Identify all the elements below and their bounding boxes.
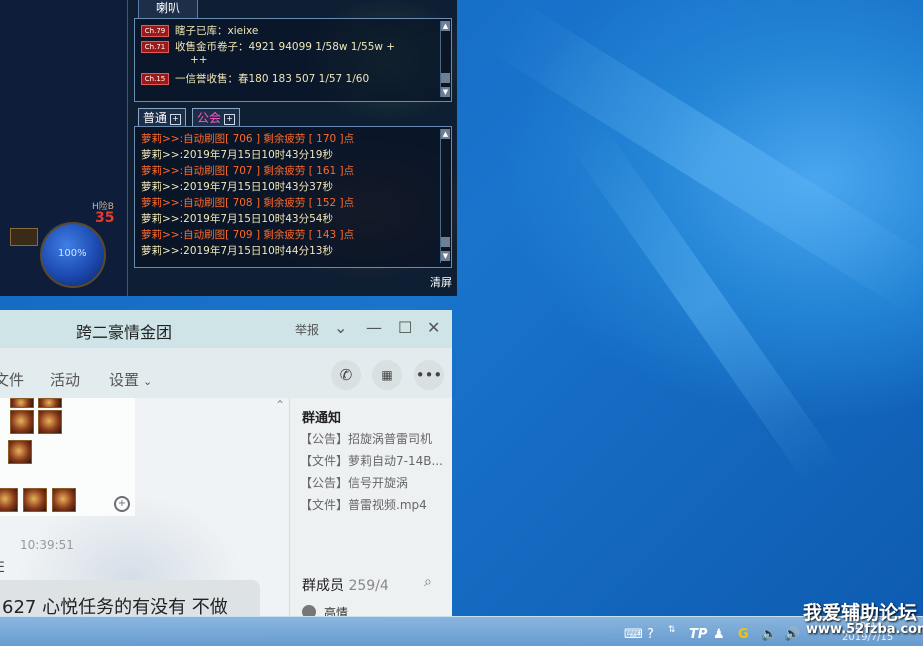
scroll-down-icon[interactable]: ▼ xyxy=(441,251,450,261)
tab-label: 普通 xyxy=(143,111,168,125)
horn-row: ++ xyxy=(190,54,208,66)
clear-screen-button[interactable]: 清屏 xyxy=(430,274,452,290)
notice-item[interactable]: 【公告】信号开旋涡 xyxy=(300,474,408,491)
horn-row: Ch.15 一信誉收售：春180 183 507 1/57 1/60 xyxy=(141,71,369,86)
horn-text: 瞎子已库：xieixe xyxy=(175,25,259,37)
log-row: 萝莉>>:自动刷图[ 706 ] 剩余疲劳 [ 170 ]点 xyxy=(141,133,355,145)
plus-icon: + xyxy=(224,114,236,125)
calendar-icon[interactable]: ▦ xyxy=(372,360,402,390)
members-title: 群成员 259/4 xyxy=(302,575,389,595)
nav-activities[interactable]: 活动 xyxy=(50,369,80,390)
tab-normal[interactable]: 普通 + xyxy=(138,108,187,127)
nav-settings-label: 设置 xyxy=(109,371,140,389)
avatar xyxy=(302,605,316,616)
horn-scrollbar[interactable]: ▲ ▼ xyxy=(440,21,450,97)
log-row: 萝莉>>:自动刷图[ 707 ] 剩余疲劳 [ 161 ]点 xyxy=(141,165,355,177)
more-icon[interactable]: ••• xyxy=(414,360,444,390)
light-beam xyxy=(488,0,923,316)
members-label: 群成员 xyxy=(302,578,344,594)
channel-badge: Ch.71 xyxy=(141,41,169,53)
log-row: 萝莉>>:2019年7月15日10时43分54秒 xyxy=(141,213,333,225)
member-name: 高情 xyxy=(324,606,349,616)
help-icon[interactable]: ? xyxy=(647,627,654,642)
orb-percent: 100% xyxy=(58,248,87,259)
horn-text: ++ xyxy=(190,54,208,66)
horn-row: Ch.79 瞎子已库：xieixe xyxy=(141,23,258,38)
message-text: 627 心悦任务的有没有 不做 xyxy=(2,597,228,616)
collapse-icon[interactable]: ⌃ xyxy=(275,398,285,412)
network-icon[interactable]: ⇅ xyxy=(668,625,676,635)
group-name: 跨二豪情金团 xyxy=(76,323,173,342)
level-badge: 35 xyxy=(95,210,115,226)
tab-guild[interactable]: 公会 + xyxy=(192,108,241,127)
image-message[interactable]: + xyxy=(0,398,135,516)
horn-text: 收售金币卷子：4921 94099 1/58w 1/55w + xyxy=(175,41,396,53)
game-chat-panel: 喇叭 Ch.79 瞎子已库：xieixe Ch.71 收售金币卷子：4921 940… xyxy=(127,0,457,296)
game-window[interactable]: H险B 35 100% 喇叭 Ch.79 瞎子已库：xieixe Ch.71 收售金… xyxy=(0,0,457,296)
speaker-alert-icon[interactable]: 🔈 xyxy=(761,627,777,642)
volume-icon[interactable]: 🔊 xyxy=(784,627,800,642)
tab-label: 公会 xyxy=(197,111,222,125)
watermark-title: 我爱辅助论坛 xyxy=(803,602,918,624)
title-bar[interactable]: 跨二豪情金团 举报 ⌄ — ☐ ✕ xyxy=(0,310,452,348)
minimize-icon[interactable]: — xyxy=(366,318,382,337)
skill-icon xyxy=(0,488,18,512)
scroll-thumb[interactable] xyxy=(441,73,450,83)
qq-penguin-icon[interactable]: ♟ xyxy=(713,627,725,642)
search-icon[interactable]: ⌕ xyxy=(424,574,432,590)
channel-badge: Ch.15 xyxy=(141,73,169,85)
close-icon[interactable]: ✕ xyxy=(427,318,440,337)
maximize-icon[interactable]: ☐ xyxy=(398,318,412,337)
skill-icon xyxy=(8,440,32,464)
horn-tab[interactable]: 喇叭 xyxy=(138,0,198,19)
sender-name: E xyxy=(0,560,5,576)
qq-group-window[interactable]: 跨二豪情金团 举报 ⌄ — ☐ ✕ 文件 活动 设置 ⌄ ✆ ▦ ••• + ⌃ … xyxy=(0,310,452,616)
horn-row: Ch.71 收售金币卷子：4921 94099 1/58w 1/55w + xyxy=(141,39,395,54)
horn-channel-box: Ch.79 瞎子已库：xieixe Ch.71 收售金币卷子：4921 94099 … xyxy=(134,18,452,102)
taskbar: ⌨ ? ⇅ TP ♟ G 🔈 🔊 10:44 2019/7/15 xyxy=(0,616,923,646)
report-button[interactable]: 举报 xyxy=(295,321,319,338)
log-row: 萝莉>>:2019年7月15日10时43分19秒 xyxy=(141,149,333,161)
game-scene: H险B 35 100% xyxy=(0,0,128,296)
skill-icon xyxy=(38,398,62,408)
skill-icon xyxy=(38,410,62,434)
watermark-url: www.52fzba.com xyxy=(806,622,923,637)
scroll-up-icon[interactable]: ▲ xyxy=(441,21,450,31)
notice-item[interactable]: 【公告】招旋涡普雷司机 xyxy=(300,430,432,447)
log-row: 萝莉>>:自动刷图[ 709 ] 剩余疲劳 [ 143 ]点 xyxy=(141,229,355,241)
phone-icon[interactable]: ✆ xyxy=(331,360,361,390)
member-item[interactable]: 高情 xyxy=(302,604,348,616)
keyboard-icon[interactable]: ⌨ xyxy=(624,627,643,642)
skill-icon xyxy=(52,488,76,512)
log-row: 萝莉>>:2019年7月15日10时44分13秒 xyxy=(141,245,333,257)
log-row: 萝莉>>:2019年7月15日10时43分37秒 xyxy=(141,181,333,193)
nav-settings[interactable]: 设置 ⌄ xyxy=(109,369,152,390)
channel-badge: Ch.79 xyxy=(141,25,169,37)
plus-icon: + xyxy=(170,114,182,125)
g-app-icon[interactable]: G xyxy=(738,627,749,642)
notice-item[interactable]: 【文件】萝莉自动7-14B... xyxy=(300,452,443,469)
group-sidebar: 群通知 【公告】招旋涡普雷司机 【文件】萝莉自动7-14B... 【公告】信号开… xyxy=(289,398,452,616)
chevron-down-icon: ⌄ xyxy=(143,375,153,388)
chat-log: 萝莉>>:自动刷图[ 706 ] 剩余疲劳 [ 170 ]点 萝莉>>:2019… xyxy=(134,126,452,268)
zoom-in-icon[interactable]: + xyxy=(114,496,130,512)
app-tray-icon[interactable]: TP xyxy=(689,627,707,642)
skill-slot[interactable] xyxy=(10,228,38,246)
scroll-down-icon[interactable]: ▼ xyxy=(441,87,450,97)
log-row: 萝莉>>:自动刷图[ 708 ] 剩余疲劳 [ 152 ]点 xyxy=(141,197,355,209)
notice-title: 群通知 xyxy=(302,411,342,426)
message-area[interactable]: + ⌃ 10:39:51 E 627 心悦任务的有没有 不做 xyxy=(0,398,288,616)
scroll-thumb[interactable] xyxy=(441,237,450,247)
skill-icon xyxy=(10,410,34,434)
skill-icon xyxy=(23,488,47,512)
nav-files[interactable]: 文件 xyxy=(0,369,24,390)
scroll-up-icon[interactable]: ▲ xyxy=(441,129,450,139)
log-scrollbar[interactable]: ▲ ▼ xyxy=(440,129,450,263)
horn-text: 一信誉收售：春180 183 507 1/57 1/60 xyxy=(175,73,370,85)
notice-item[interactable]: 【文件】普雷视频.mp4 xyxy=(300,496,427,513)
chevron-down-icon[interactable]: ⌄ xyxy=(334,318,347,337)
skill-icon xyxy=(10,398,34,408)
members-count: 259/4 xyxy=(348,578,389,594)
message-time: 10:39:51 xyxy=(20,538,74,552)
